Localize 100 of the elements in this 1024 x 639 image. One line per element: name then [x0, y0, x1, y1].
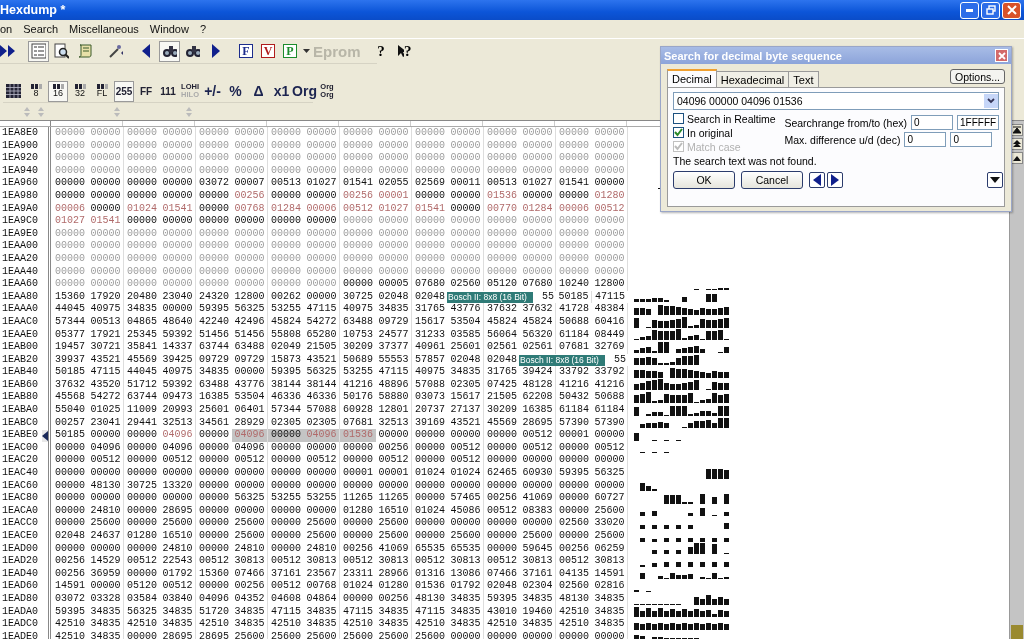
value-cell: 25600 — [232, 530, 268, 543]
value-cell: 39425 — [160, 353, 196, 367]
restore-button[interactable] — [981, 1, 1000, 19]
value-cell: 00000 — [160, 139, 196, 153]
number-format-button[interactable]: 111 — [158, 80, 178, 102]
map-label[interactable]: Bosch II: 8x8 (16 Bit) — [447, 291, 533, 304]
next-button[interactable] — [827, 172, 843, 188]
value-cell: 40975 — [88, 303, 124, 316]
value-cell-text: 00006 — [54, 202, 86, 216]
value-cell: 25600 — [304, 630, 340, 639]
value-cell: 00000 — [232, 127, 268, 140]
input-field[interactable]: 0 — [911, 115, 953, 130]
value-cell-text: 00000 — [198, 530, 230, 543]
search-combo[interactable]: 04096 00000 04096 01536 — [673, 92, 999, 110]
value-cell: 37161 — [520, 567, 556, 581]
value-cell: 25600 — [376, 517, 412, 530]
value-cell-text: 00000 — [414, 164, 446, 178]
value-cell: 25600 — [232, 630, 268, 639]
word-size-button[interactable]: FL — [92, 80, 112, 102]
value-cell: 00513 — [88, 315, 124, 329]
value-cell: 60727 — [592, 492, 628, 505]
menu-item[interactable]: ? — [199, 23, 207, 35]
value-cell: 34835 — [448, 366, 484, 379]
value-cell-text: 00000 — [198, 164, 230, 178]
menu-item[interactable]: on — [0, 23, 13, 35]
pointer-help-button[interactable]: ? — [393, 40, 415, 62]
input-field[interactable]: 0 — [904, 132, 947, 147]
operation-button[interactable]: +/- — [202, 80, 223, 102]
letter-button[interactable]: V — [261, 44, 275, 58]
menu-item[interactable]: Miscellaneous — [69, 23, 139, 35]
value-cell-text: 31765 — [414, 303, 446, 316]
operation-button[interactable]: x1 — [271, 80, 292, 102]
value-cell: 00000 — [160, 278, 196, 291]
value-cell-text: 00000 — [486, 479, 518, 493]
value-cell: 00000 — [448, 429, 484, 442]
minimize-button[interactable] — [960, 1, 979, 19]
value-cell-text: 00000 — [270, 265, 302, 279]
value-cell-text: 39937 — [54, 353, 86, 367]
map-label[interactable]: Bosch II: 8x8 (16 Bit) — [519, 354, 605, 367]
value-cell-text: 25600 — [342, 630, 374, 639]
dialog-tab[interactable]: Hexadecimal — [715, 71, 790, 87]
options-button[interactable]: Options... — [950, 69, 1005, 84]
scroll-thumb[interactable] — [1011, 625, 1023, 639]
value-cell-text: 00000 — [54, 517, 86, 530]
value-cell-text: 00262 — [270, 290, 302, 304]
value-cell-text: 55808 — [270, 328, 302, 342]
value-cell-text: 07466 — [486, 567, 518, 581]
previous-button[interactable] — [809, 172, 825, 188]
dialog-tab[interactable]: Decimal — [667, 69, 717, 87]
value-cell: 34835 — [88, 630, 124, 639]
address-cell-text: 1EAB80 — [1, 391, 39, 405]
value-cell: 00000 — [592, 630, 628, 639]
value-cell-text: 00000 — [126, 189, 158, 203]
value-cell-text: 07680 — [414, 278, 446, 291]
checkbox[interactable] — [673, 113, 684, 124]
word-size-button[interactable]: 32 — [70, 80, 90, 102]
value-cell-text: 00000 — [54, 492, 86, 505]
value-cell: 00000 — [160, 252, 196, 266]
value-cell: 00000 — [232, 467, 268, 480]
value-cell-text: 00000 — [126, 215, 158, 228]
value-cell: 63488 — [232, 341, 268, 354]
value-cell: 00000 — [520, 517, 556, 530]
value-cell-text: 63744 — [126, 391, 158, 405]
value-cell-text: 00000 — [342, 139, 374, 153]
word-size-button[interactable]: 8 — [26, 80, 46, 102]
input-field[interactable]: 0 — [950, 132, 993, 147]
dropdown-icon[interactable] — [984, 94, 998, 108]
operation-button[interactable]: Org — [294, 80, 315, 102]
input-field[interactable]: 1FFFFF — [957, 115, 999, 130]
help-button[interactable]: ? — [370, 40, 392, 62]
close-button[interactable] — [1002, 1, 1021, 19]
value-cell-text: 07681 — [342, 416, 374, 430]
number-format-button[interactable]: FF — [136, 80, 156, 102]
word-size-button[interactable]: 16 — [48, 80, 68, 102]
operation-button[interactable]: % — [225, 80, 246, 102]
value-cell-text: 59395 — [558, 467, 590, 480]
operation-button[interactable]: Δ — [248, 80, 269, 102]
value-cell: 43520 — [88, 378, 124, 392]
value-cell: 34835 — [88, 618, 124, 631]
value-cell: 32513 — [376, 416, 412, 430]
value-cell: 00000 — [376, 429, 412, 442]
binoculars-icon[interactable] — [159, 40, 180, 62]
value-cell-text: 00000 — [342, 517, 374, 530]
menu-item[interactable]: Window — [149, 23, 189, 35]
number-format-button[interactable]: 255 — [114, 80, 134, 102]
menu-item[interactable]: Search — [23, 23, 59, 35]
address-cell-text: 1EAC80 — [1, 492, 39, 505]
address-cell-text: 1EADA0 — [1, 605, 39, 619]
value-cell-text: 00000 — [198, 265, 230, 279]
dialog-tab[interactable]: Text — [788, 71, 819, 87]
pointer-icon — [396, 44, 404, 58]
value-cell-text: 00000 — [414, 492, 446, 505]
dialog-button[interactable]: Cancel — [741, 171, 803, 189]
dialog-button[interactable]: OK — [673, 171, 735, 189]
expand-button[interactable] — [987, 172, 1003, 188]
checkbox[interactable] — [673, 127, 684, 138]
close-button[interactable] — [995, 49, 1008, 62]
letter-button[interactable]: F — [239, 44, 253, 58]
letter-button[interactable]: P — [283, 44, 297, 58]
value-cell-text: 00257 — [54, 416, 86, 430]
